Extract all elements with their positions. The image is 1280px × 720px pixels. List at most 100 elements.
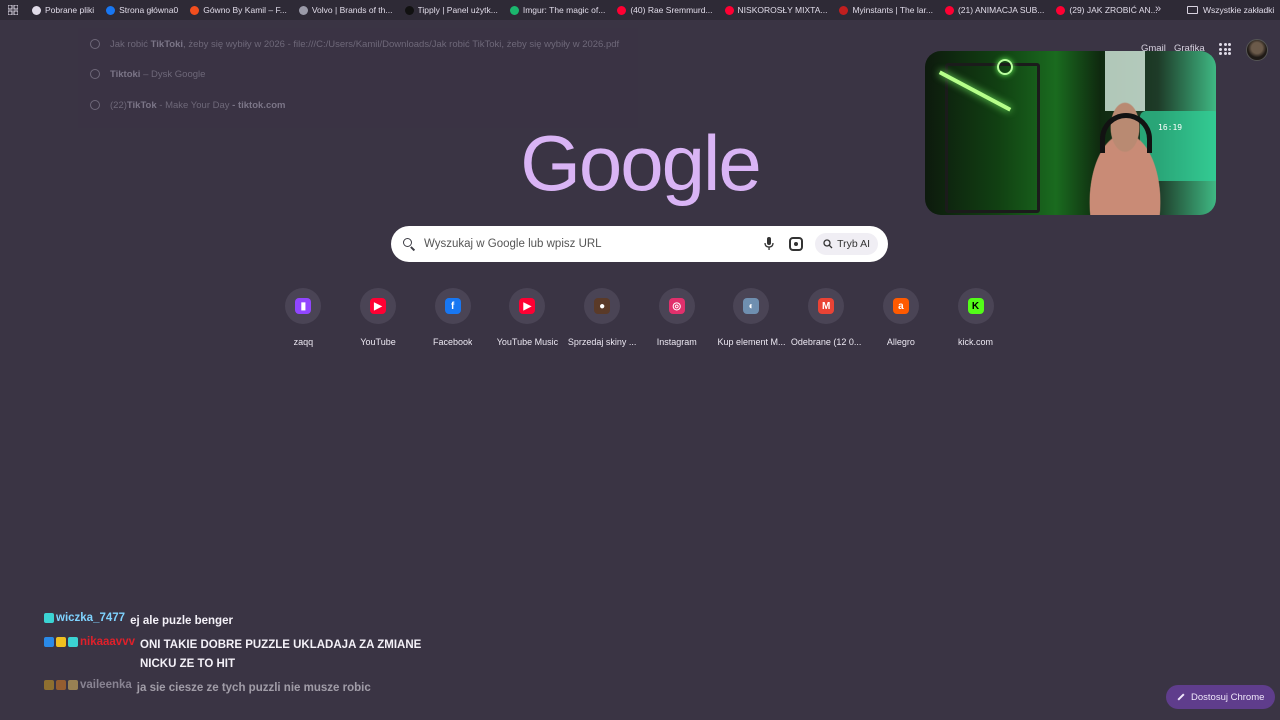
shortcut-label: Allegro [886,337,915,347]
download-icon [32,5,41,15]
shortcut-tile[interactable]: ◐ Kup element M... [714,288,789,347]
ai-mode-label: Tryb AI [837,238,870,250]
bookmark-item[interactable]: Strona główna0 [100,0,184,20]
all-bookmarks-label: Wszystkie zakładki [1203,5,1275,15]
google-lens-icon[interactable] [789,237,804,251]
apps-shortcut-icon[interactable] [0,0,26,20]
kick-icon: K [967,298,984,314]
instagram-icon: ◎ [668,298,685,314]
tipply-icon [404,5,414,15]
suggestion-item[interactable]: Tiktoki – Dysk Google [90,66,205,82]
shortcut-label: kick.com [958,337,994,347]
shortcut-tile[interactable]: ● Sprzedaj skiny ... [565,288,640,347]
youtube-music-icon: ▶ [519,298,536,314]
google-apps-icon[interactable] [1219,43,1231,55]
chat-text: ej ale puzle benger [130,615,233,627]
chat-message: wiczka_7477 ej ale puzle benger [44,612,425,631]
badge-icon [44,680,54,690]
bookmark-item[interactable]: Volvo | Brands of th... [293,0,399,20]
shortcut-tile[interactable]: ▶ YouTube [341,288,416,347]
shortcut-tile[interactable]: Kkick.com [938,288,1013,347]
bookmark-label: Volvo | Brands of th... [311,5,393,15]
chat-message: vaileenka ja sie ciesze ze tych puzzli ni… [44,679,425,698]
search-icon [403,238,415,250]
suggestion-item[interactable]: (22)TikTok - Make Your Day - tiktok.com [90,97,285,113]
shortcut-tile[interactable]: a Allegro [864,288,939,347]
bookmark-label: Gówno By Kamil – F... [203,5,287,15]
neon-logo-icon [997,59,1013,75]
chat-username: vaileenka [80,679,132,691]
facebook-icon: f [444,298,461,314]
kup-element-icon: ◐ [743,298,760,314]
shortcut-tile[interactable]: M Odebrane (12 0... [789,288,864,347]
youtube-icon [617,5,627,15]
history-icon [90,39,100,49]
badge-icon [68,680,78,690]
imgur-icon [509,5,519,15]
youtube-icon [944,5,954,15]
allegro-icon: a [892,298,909,314]
bookmark-label: Strona główna0 [119,5,179,15]
badge-icon [56,680,66,690]
bookmark-label: Tipply | Panel użytk... [417,5,498,15]
badge-icon [56,637,66,647]
bookmark-item[interactable]: (40) Rae Sremmurd... [611,0,718,20]
more-bookmarks-icon[interactable]: » [1155,3,1161,15]
bookmark-item[interactable]: NISKOROSŁY MIXTA... [719,0,834,20]
bookmark-label: (21) ANIMACJA SUB... [957,5,1045,15]
shortcut-label: Kup element M... [717,337,786,347]
bookmark-label: (40) Rae Sremmurd... [630,5,713,15]
search-box[interactable]: Tryb AI [391,226,888,262]
skins-shop-icon: ● [594,298,611,314]
chat-message: nikaaavvv ONI TAKIE DOBRE PUZZLE UKLADAJA… [44,636,425,674]
shortcut-label: Facebook [432,337,473,347]
bookmark-label: Myinstants | The lar... [852,5,933,15]
shortcut-tile[interactable]: ◎ Instagram [639,288,714,347]
google-logo: Google [520,119,762,207]
pencil-icon [1177,693,1185,701]
figma-icon [190,5,200,15]
shortcut-tile[interactable]: ▶ YouTube Music [490,288,565,347]
chat-badges [44,637,78,647]
chat-badges [44,680,78,690]
shortcuts-grid: ▮ zaqq ▶ YouTube f Facebook ▶ YouTube Music ● Spr… [266,288,1013,347]
bookmark-item[interactable]: Myinstants | The lar... [833,0,938,20]
folder-icon [1187,6,1198,14]
badge-icon [68,637,78,647]
suggestion-item[interactable]: Jak robić TikToki, żeby się wybiły w 202… [90,36,619,52]
shortcut-label: YouTube [360,337,396,347]
bookmark-label: (29) JAK ZROBIĆ AN... [1069,5,1158,15]
drive-icon [90,69,100,79]
ai-mode-button[interactable]: Tryb AI [815,233,878,255]
globe-icon [298,5,308,15]
bookmark-item[interactable]: Gówno By Kamil – F... [184,0,293,20]
all-bookmarks-button[interactable]: Wszystkie zakładki [1187,0,1274,20]
omnibox-suggestions: Jak robić TikToki, żeby się wybiły w 202… [78,28,638,128]
chat-badges [44,613,54,623]
bookmark-item[interactable]: (29) JAK ZROBIĆ AN... [1050,0,1163,20]
bookmark-item[interactable]: Imgur: The magic of... [504,0,612,20]
customize-chrome-button[interactable]: Dostosuj Chrome [1166,685,1276,709]
customize-label: Dostosuj Chrome [1191,691,1265,703]
gmail-icon: M [818,298,835,314]
microphone-icon[interactable] [762,237,776,251]
stream-chat: wiczka_7477 ej ale puzle benger nikaaavvv O… [44,612,425,703]
badge-icon [44,637,54,647]
shortcut-tile[interactable]: f Facebook [415,288,490,347]
avatar[interactable] [1246,39,1268,61]
bookmark-label: Imgur: The magic of... [522,5,606,15]
chat-username: nikaaavvv [80,636,135,648]
tiktok-icon [90,100,100,110]
shortcut-label: YouTube Music [496,337,559,347]
myinstants-icon [839,5,849,15]
bookmark-item[interactable]: Tipply | Panel użytk... [399,0,504,20]
bookmarks-bar: Pobrane pliki Strona główna0 Gówno By Kami… [0,0,1280,20]
chat-text: ja sie ciesze ze tych puzzli nie musze r… [136,682,371,694]
search-input[interactable] [424,238,763,250]
bookmark-item[interactable]: (21) ANIMACJA SUB... [939,0,1050,20]
shortcut-label: Instagram [656,337,697,347]
youtube-icon [1056,5,1066,15]
shortcut-tile[interactable]: ▮ zaqq [266,288,341,347]
bookmark-item[interactable]: Pobrane pliki [26,0,100,20]
twitch-icon: ▮ [295,298,312,314]
